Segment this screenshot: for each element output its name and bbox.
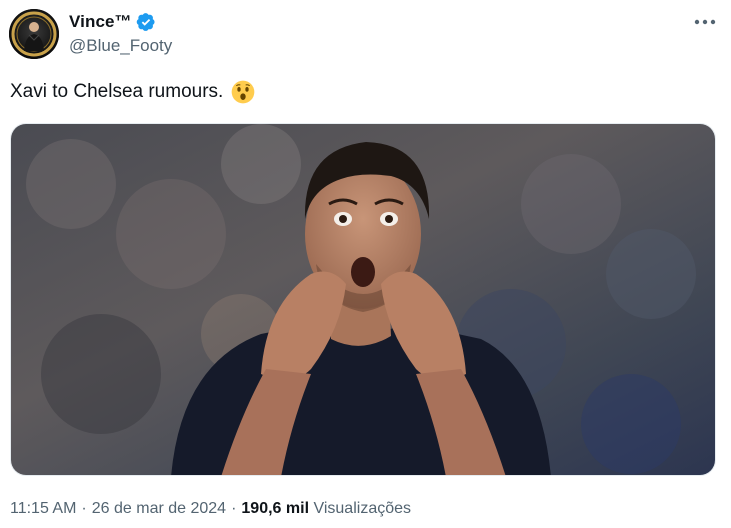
media-photo	[11, 124, 715, 475]
author-handle[interactable]: @Blue_Footy	[69, 36, 172, 56]
tweet-time[interactable]: 11:15 AM	[10, 500, 76, 517]
meta-separator: ·	[81, 500, 87, 517]
tweet-text: Xavi to Chelsea rumours.	[10, 78, 255, 106]
tweet-media[interactable]	[10, 123, 716, 476]
tweet-card: Vince™ @Blue_Footy Xavi to Chelsea rumou…	[0, 0, 731, 528]
avatar-image	[9, 9, 59, 59]
verified-badge-icon	[136, 13, 155, 31]
hushed-face-emoji-icon	[231, 80, 255, 104]
more-options-icon[interactable]	[690, 10, 720, 34]
author-display-name[interactable]: Vince™	[69, 12, 132, 32]
author-name-row[interactable]: Vince™	[69, 12, 156, 32]
tweet-meta: 11:15 AM · 26 de mar de 2024 · 190,6 mil Vis…	[10, 499, 411, 519]
meta-separator: ·	[231, 500, 237, 517]
tweet-date[interactable]: 26 de mar de 2024	[92, 500, 226, 517]
views-count: 190,6 mil	[241, 500, 310, 517]
tweet-text-content: Xavi to Chelsea rumours.	[10, 81, 224, 102]
avatar[interactable]	[9, 9, 59, 59]
views-label: Visualizações	[313, 500, 412, 517]
